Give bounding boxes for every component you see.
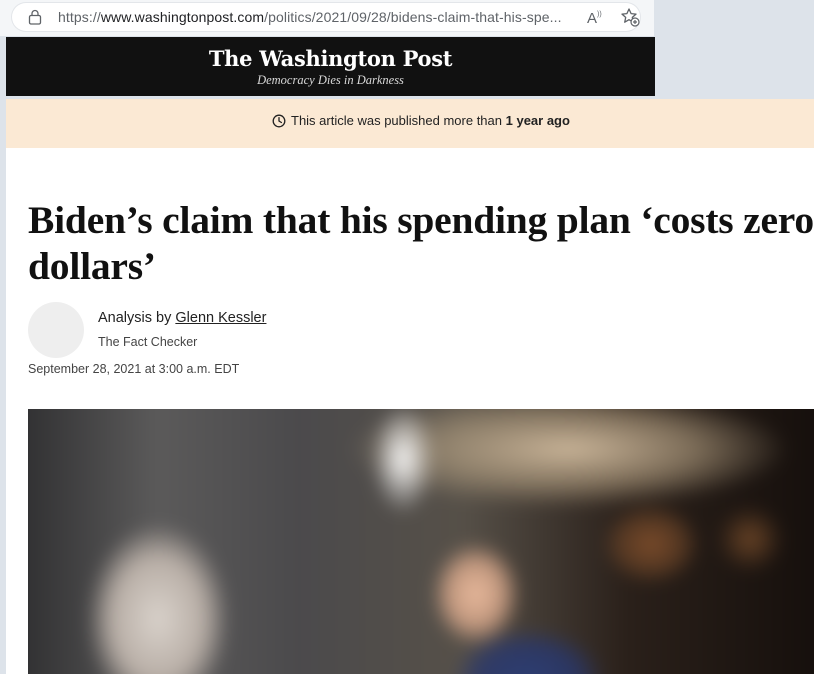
archive-notice-age: 1 year ago bbox=[505, 113, 570, 128]
column-name[interactable]: The Fact Checker bbox=[98, 335, 197, 349]
url-scheme: https:// bbox=[58, 9, 101, 25]
browser-toolbar: https://www.washingtonpost.com/politics/… bbox=[0, 0, 654, 36]
hero-image-blurred-photo bbox=[28, 409, 814, 674]
article-headline: Biden’s claim that his spending plan ‘co… bbox=[28, 198, 814, 288]
address-bar[interactable]: https://www.washingtonpost.com/politics/… bbox=[12, 3, 640, 31]
hero-image bbox=[28, 409, 814, 674]
add-favorite-icon[interactable] bbox=[620, 7, 640, 27]
url-host: www.washingtonpost.com bbox=[100, 9, 265, 25]
lock-icon[interactable] bbox=[28, 9, 42, 25]
read-aloud-icon[interactable]: A )) bbox=[586, 8, 604, 26]
url-text[interactable]: https://www.washingtonpost.com/politics/… bbox=[58, 9, 562, 25]
read-aloud-letter: A bbox=[587, 10, 597, 26]
article-page: This article was published more than 1 y… bbox=[6, 99, 814, 674]
archive-notice: This article was published more than 1 y… bbox=[272, 113, 570, 128]
url-path: /politics/2021/09/28/bidens-claim-that-h… bbox=[264, 9, 562, 25]
archive-notice-text: This article was published more than bbox=[291, 113, 502, 128]
masthead: The Washington Post Democracy Dies in Da… bbox=[6, 37, 655, 96]
masthead-tagline: Democracy Dies in Darkness bbox=[257, 73, 404, 87]
author-link[interactable]: Glenn Kessler bbox=[175, 310, 266, 326]
byline-prefix: Analysis by bbox=[98, 310, 172, 326]
byline: Analysis by Glenn Kessler bbox=[98, 310, 266, 326]
read-aloud-waves: )) bbox=[597, 11, 602, 18]
author-avatar[interactable] bbox=[28, 302, 84, 358]
wapo-logo[interactable]: The Washington Post bbox=[6, 46, 655, 71]
clock-icon bbox=[272, 114, 286, 127]
publish-date: September 28, 2021 at 3:00 a.m. EDT bbox=[28, 362, 240, 376]
archive-notice-banner: This article was published more than 1 y… bbox=[6, 99, 814, 148]
